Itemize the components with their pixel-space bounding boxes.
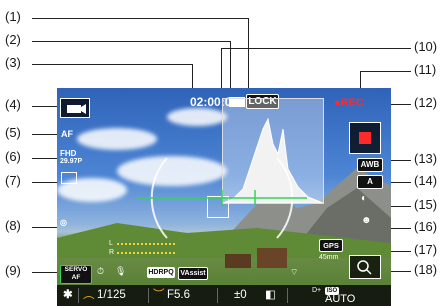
leader-line-2 bbox=[32, 41, 230, 42]
callout-3: (3) bbox=[5, 55, 21, 70]
diagram-figure: (1) (2) (3) (4) (5) (6) (7) (8) (9) (10)… bbox=[0, 0, 446, 306]
callout-17: (17) bbox=[414, 242, 438, 257]
view-assist-label: VAssist bbox=[178, 267, 208, 280]
leader-line-1 bbox=[32, 18, 248, 19]
exposure-comp-icon: ◧ bbox=[265, 289, 276, 301]
self-timer-icon: ⏱ bbox=[97, 266, 105, 276]
shutter-speed[interactable]: 1/125 bbox=[97, 285, 126, 306]
highlight-tone-priority: D+ bbox=[312, 287, 322, 294]
leader-line-4 bbox=[32, 106, 60, 107]
frame-rate: 29.97P bbox=[60, 158, 83, 165]
callout-10: (10) bbox=[414, 39, 438, 54]
callout-9: (9) bbox=[5, 263, 21, 278]
ae-lock-icon[interactable]: ✱ bbox=[63, 285, 73, 306]
movie-shooting-button[interactable] bbox=[349, 122, 381, 154]
electronic-level bbox=[137, 157, 307, 239]
wifi-icon: ⌔ bbox=[290, 267, 299, 277]
af-method: AF bbox=[61, 129, 73, 139]
callout-16: (16) bbox=[414, 219, 438, 234]
shutter-dial-icon: ︵ bbox=[83, 289, 95, 301]
divider bbox=[78, 288, 79, 303]
cloud bbox=[167, 108, 227, 126]
audio-right-label: R bbox=[109, 249, 115, 256]
face-detection-icon: ☻ bbox=[361, 215, 372, 226]
movie-digital-is-icon: ◎ bbox=[60, 218, 67, 227]
auto-lighting-optimizer-icon: ◐ bbox=[361, 193, 368, 204]
exposure-compensation[interactable]: ±0 bbox=[234, 285, 247, 306]
divider bbox=[287, 288, 288, 303]
aperture-value[interactable]: F5.6 bbox=[167, 285, 190, 306]
leader-line-11 bbox=[360, 71, 411, 72]
digital-zoom-icon bbox=[61, 172, 77, 184]
leader-line-3 bbox=[32, 64, 192, 65]
focal-length: 45mm bbox=[319, 254, 339, 261]
callout-7: (7) bbox=[5, 173, 21, 188]
callout-12: (12) bbox=[414, 95, 438, 110]
hdr-pq-label: HDRPQ bbox=[147, 267, 175, 278]
callout-6: (6) bbox=[5, 149, 21, 164]
recording-indicator: ●REC bbox=[334, 97, 364, 109]
movie-rec-size: FHD bbox=[60, 149, 77, 158]
magnify-button[interactable] bbox=[349, 255, 381, 279]
camera-live-view-screen: 02:00:00 LOCK AF FHD 29.97P ◎ L R SERVO … bbox=[57, 88, 391, 306]
divider bbox=[217, 288, 218, 303]
callout-5: (5) bbox=[5, 125, 21, 140]
audio-left-label: L bbox=[109, 240, 113, 247]
leader-line-10 bbox=[221, 48, 411, 49]
callout-4: (4) bbox=[5, 97, 21, 112]
servo-af-indicator: SERVO AF bbox=[60, 265, 92, 284]
white-balance-label: AWB bbox=[357, 158, 383, 172]
callout-11: (11) bbox=[414, 62, 437, 77]
callout-15: (15) bbox=[414, 197, 438, 212]
picture-style-label: A bbox=[357, 175, 383, 189]
bottom-setting-bar: ✱ ︵ 1/125 ︶ F5.6 ±0 ◧ D+ ISO AUTO bbox=[57, 285, 391, 306]
callout-13: (13) bbox=[414, 151, 438, 166]
movie-mode-icon bbox=[60, 98, 90, 118]
divider bbox=[148, 288, 149, 303]
callout-14: (14) bbox=[414, 173, 438, 188]
iso-value[interactable]: AUTO bbox=[325, 289, 355, 306]
callout-18: (18) bbox=[414, 262, 438, 277]
aperture-dial-icon: ︶ bbox=[153, 289, 165, 301]
mic-icon: 🎙 bbox=[115, 266, 127, 276]
callout-8: (8) bbox=[5, 218, 21, 233]
callout-1: (1) bbox=[5, 9, 21, 24]
callout-2: (2) bbox=[5, 32, 21, 47]
gps-label: GPS bbox=[319, 239, 343, 252]
